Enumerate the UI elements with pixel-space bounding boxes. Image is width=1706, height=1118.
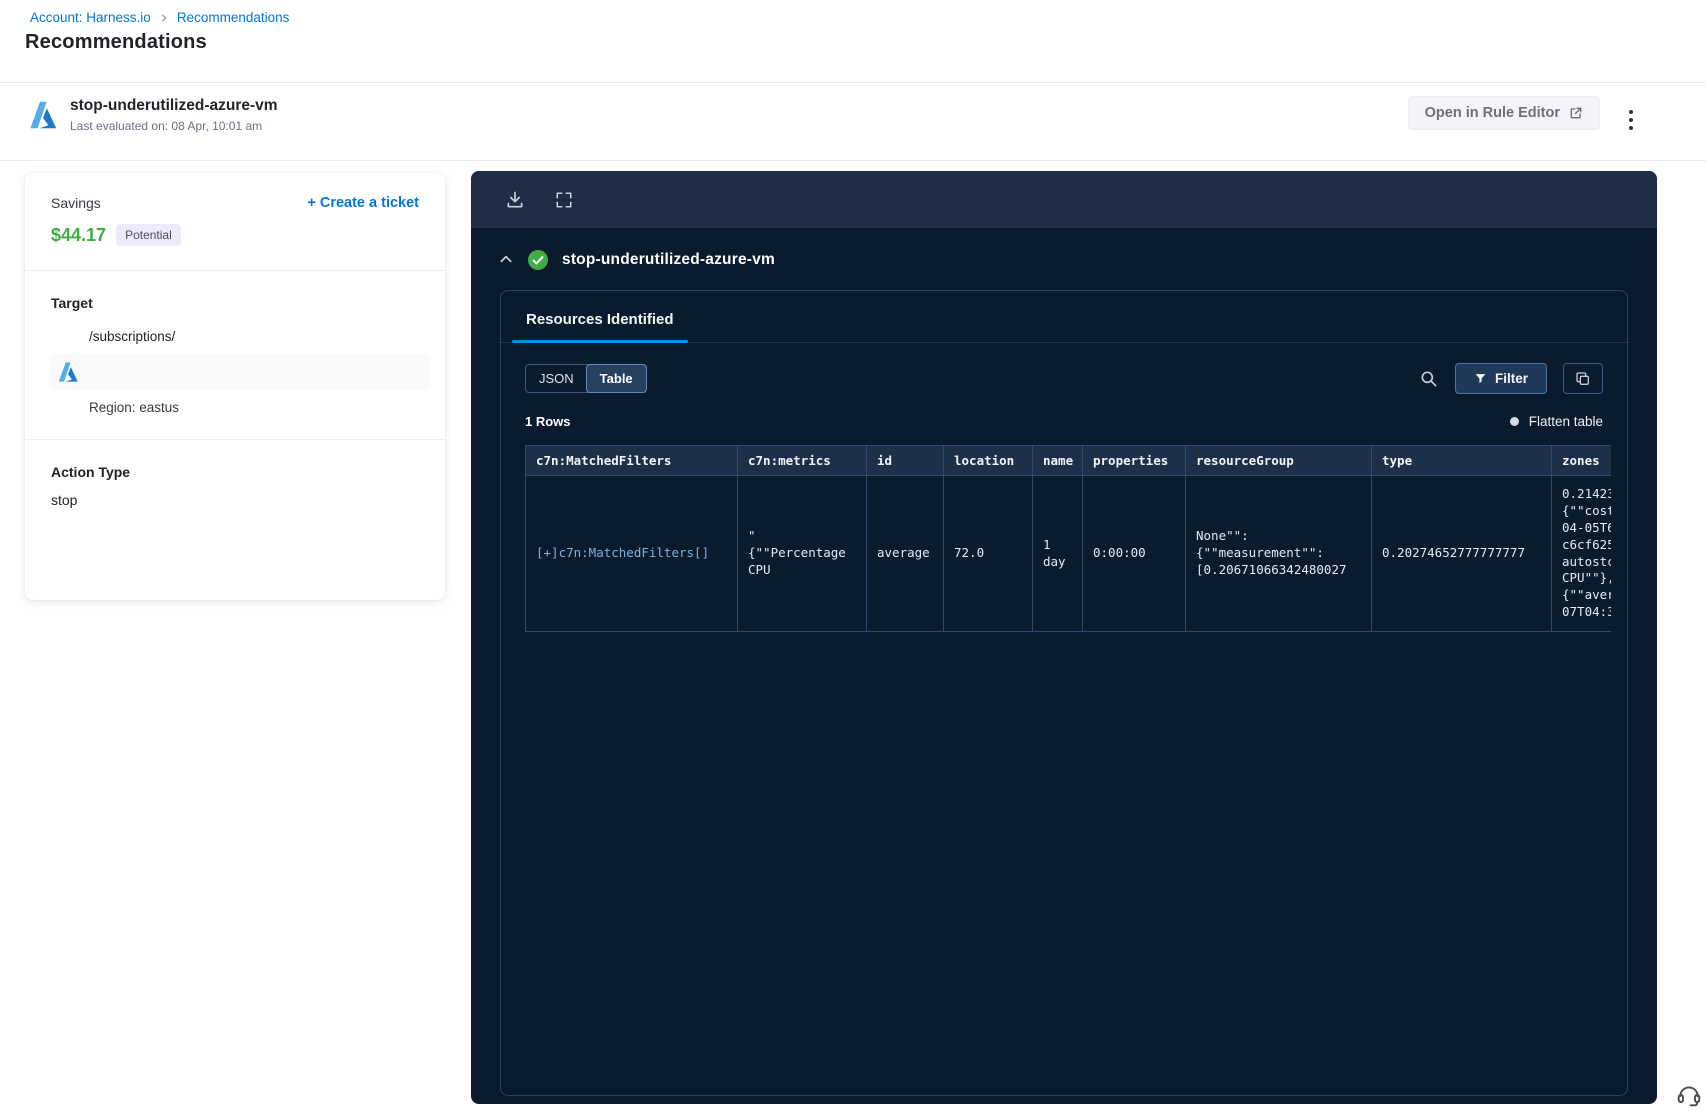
external-link-icon xyxy=(1569,106,1583,120)
divider xyxy=(25,270,445,271)
action-type-label: Action Type xyxy=(51,464,131,480)
cell-metrics: " {""Percentage CPU xyxy=(737,475,867,632)
tab-label: Resources Identified xyxy=(526,311,674,328)
column-header: id xyxy=(866,445,944,476)
column-header: properties xyxy=(1082,445,1186,476)
potential-badge: Potential xyxy=(116,224,181,246)
breadcrumb-account-link[interactable]: Account: Harness.io xyxy=(30,10,151,25)
table-row: [+]c7n:MatchedFilters[] " {""Percentage … xyxy=(525,475,1611,632)
breadcrumb-recommendations-link[interactable]: Recommendations xyxy=(177,10,290,25)
results-table: c7n:MatchedFilters c7n:metrics id locati… xyxy=(525,445,1611,632)
recommendation-header: stop-underutilized-azure-vm Last evaluat… xyxy=(0,83,1706,160)
active-tab-underline xyxy=(512,340,688,343)
cell-resource-group: None"": {""measurement"": [0.20671066342… xyxy=(1185,475,1372,632)
view-toggle-json[interactable]: JSON xyxy=(526,365,587,392)
fullscreen-icon[interactable] xyxy=(555,191,573,209)
view-toggle-table[interactable]: Table xyxy=(585,364,647,393)
column-header: c7n:MatchedFilters xyxy=(525,445,738,476)
target-path: /subscriptions/ xyxy=(89,329,176,344)
support-chat-icon[interactable] xyxy=(1676,1082,1702,1108)
flatten-table-label: Flatten table xyxy=(1528,414,1603,429)
results-table-wrapper: c7n:MatchedFilters c7n:metrics id locati… xyxy=(525,445,1611,632)
matched-filters-expand-link[interactable]: [+]c7n:MatchedFilters[] xyxy=(525,475,738,632)
toggle-dot-icon xyxy=(1509,417,1519,426)
panel-rule-title: stop-underutilized-azure-vm xyxy=(562,251,775,268)
open-rule-editor-button[interactable]: Open in Rule Editor xyxy=(1407,96,1600,130)
tabs-row: Resources Identified xyxy=(501,291,1627,343)
panel-toolbar xyxy=(471,171,1657,228)
breadcrumb: Account: Harness.io Recommendations xyxy=(30,10,289,25)
target-region: Region: eastus xyxy=(89,400,180,415)
chevron-right-icon xyxy=(159,13,169,23)
divider xyxy=(25,439,445,440)
filter-icon xyxy=(1474,372,1487,385)
column-header: location xyxy=(943,445,1033,476)
table-header-row: c7n:MatchedFilters c7n:metrics id locati… xyxy=(525,445,1611,476)
cell-type: 0.20274652777777777 xyxy=(1371,475,1552,632)
tab-resources-identified[interactable]: Resources Identified xyxy=(512,311,688,343)
page-title: Recommendations xyxy=(25,31,207,53)
evaluation-output-panel: stop-underutilized-azure-vm Resources Id… xyxy=(471,171,1657,1104)
last-evaluated-text: Last evaluated on: 08 Apr, 10:01 am xyxy=(70,119,263,133)
rows-count: 1 Rows xyxy=(525,414,571,429)
divider xyxy=(0,160,1706,161)
copy-button[interactable] xyxy=(1563,363,1603,394)
success-check-icon xyxy=(528,250,548,270)
target-label: Target xyxy=(51,295,93,311)
column-header: resourceGroup xyxy=(1185,445,1372,476)
savings-card: Savings + Create a ticket $44.17 Potenti… xyxy=(25,173,445,600)
filter-label: Filter xyxy=(1494,371,1528,386)
create-ticket-button[interactable]: + Create a ticket xyxy=(307,195,419,211)
savings-label: Savings xyxy=(51,195,101,211)
cell-name: 1 day xyxy=(1032,475,1083,632)
cell-properties: 0:00:00 xyxy=(1082,475,1186,632)
download-icon[interactable] xyxy=(505,190,525,210)
azure-icon xyxy=(57,361,429,383)
action-type-value: stop xyxy=(51,492,78,508)
column-header: type xyxy=(1371,445,1552,476)
target-resource-row xyxy=(51,354,429,390)
search-icon[interactable] xyxy=(1419,369,1439,389)
collapse-chevron-icon[interactable] xyxy=(498,252,514,268)
azure-icon xyxy=(28,100,58,130)
cell-id: average xyxy=(866,475,944,632)
recommendation-title: stop-underutilized-azure-vm xyxy=(70,97,278,114)
resources-identified-panel: Resources Identified JSON Table Filter 1… xyxy=(500,290,1628,1096)
view-toggle: JSON Table xyxy=(525,364,647,393)
filter-button[interactable]: Filter xyxy=(1454,363,1547,394)
cell-location: 72.0 xyxy=(943,475,1033,632)
column-header: zones xyxy=(1551,445,1611,476)
savings-amount: $44.17 xyxy=(51,224,107,245)
flatten-table-toggle[interactable]: Flatten table xyxy=(1509,414,1603,429)
column-header: c7n:metrics xyxy=(737,445,867,476)
open-rule-editor-label: Open in Rule Editor xyxy=(1424,105,1560,121)
column-header: name xyxy=(1032,445,1083,476)
more-options-button[interactable] xyxy=(1622,105,1640,135)
cell-zones: 0.21423 {""cost 04-05T6 c6cf625 autostc … xyxy=(1551,475,1611,632)
